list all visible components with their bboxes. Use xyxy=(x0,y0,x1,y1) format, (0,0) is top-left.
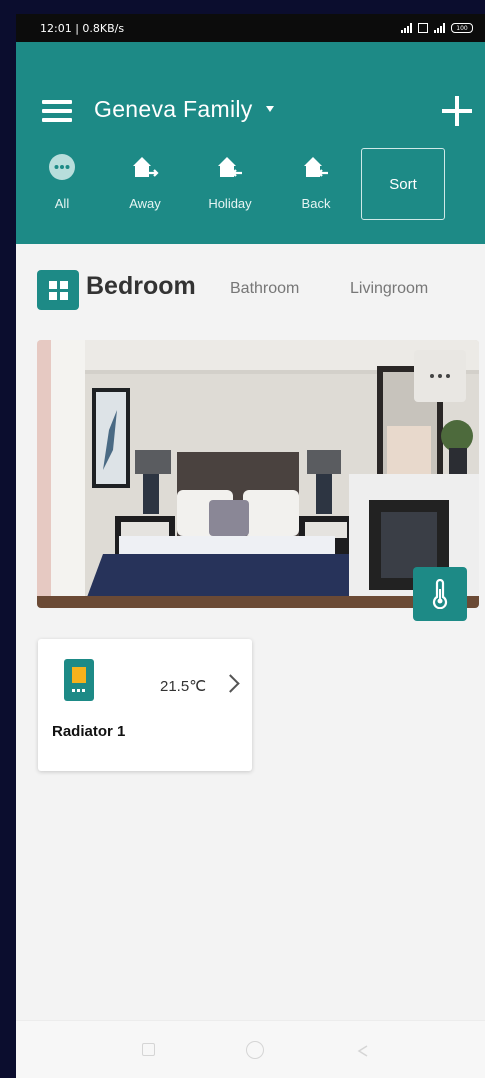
home-away-icon xyxy=(133,157,159,177)
mode-back[interactable]: Back xyxy=(286,152,346,211)
radiator-icon xyxy=(64,659,94,701)
mode-label: All xyxy=(54,196,70,211)
status-icons: 100 xyxy=(401,23,473,33)
thermometer-button[interactable] xyxy=(413,567,467,621)
tab-livingroom[interactable]: Livingroom xyxy=(350,280,428,298)
more-dots-icon xyxy=(430,374,450,378)
home-holiday-icon xyxy=(218,157,242,177)
device-temperature: 21.5℃ xyxy=(160,678,207,695)
app-screen: 12:01 | 0.8KB/s 100 Geneva Family All Aw… xyxy=(16,14,485,1078)
add-button[interactable] xyxy=(442,96,472,126)
device-name: Radiator 1 xyxy=(52,723,126,740)
status-time: 12:01 | 0.8KB/s xyxy=(40,21,125,35)
caret-down-icon[interactable] xyxy=(266,106,274,112)
tab-bathroom[interactable]: Bathroom xyxy=(230,280,299,298)
dots-circle-icon xyxy=(49,154,75,180)
mode-label: Away xyxy=(129,196,161,211)
room-grid-icon[interactable] xyxy=(37,270,79,310)
recents-icon[interactable] xyxy=(142,1043,155,1056)
back-icon[interactable] xyxy=(356,1043,370,1062)
device-card[interactable]: 21.5℃ Radiator 1 xyxy=(38,639,252,771)
chevron-right-icon[interactable] xyxy=(221,674,240,693)
home-icon[interactable] xyxy=(246,1041,264,1059)
home-back-icon xyxy=(304,157,328,177)
battery-icon: 100 xyxy=(451,23,473,33)
status-bar: 12:01 | 0.8KB/s 100 xyxy=(16,14,485,42)
hamburger-menu-icon[interactable] xyxy=(42,100,72,124)
sim-icon xyxy=(418,23,428,33)
system-nav-bar xyxy=(16,1020,485,1078)
battery-level: 100 xyxy=(456,24,468,32)
thermometer-icon xyxy=(432,579,448,609)
sort-button[interactable]: Sort xyxy=(361,148,445,220)
family-selector[interactable]: Geneva Family xyxy=(94,96,253,123)
signal-icon xyxy=(401,23,412,33)
tab-bedroom[interactable]: Bedroom xyxy=(86,272,196,301)
mode-label: Back xyxy=(301,196,331,211)
mode-all[interactable]: All xyxy=(32,152,92,211)
mode-label: Holiday xyxy=(208,196,252,211)
mode-holiday[interactable]: Holiday xyxy=(200,152,260,211)
mode-away[interactable]: Away xyxy=(115,152,175,211)
app-header: Geneva Family All Away Holiday Back Sort xyxy=(16,42,485,244)
signal-icon-2 xyxy=(434,23,445,33)
more-options-button[interactable] xyxy=(414,350,466,402)
